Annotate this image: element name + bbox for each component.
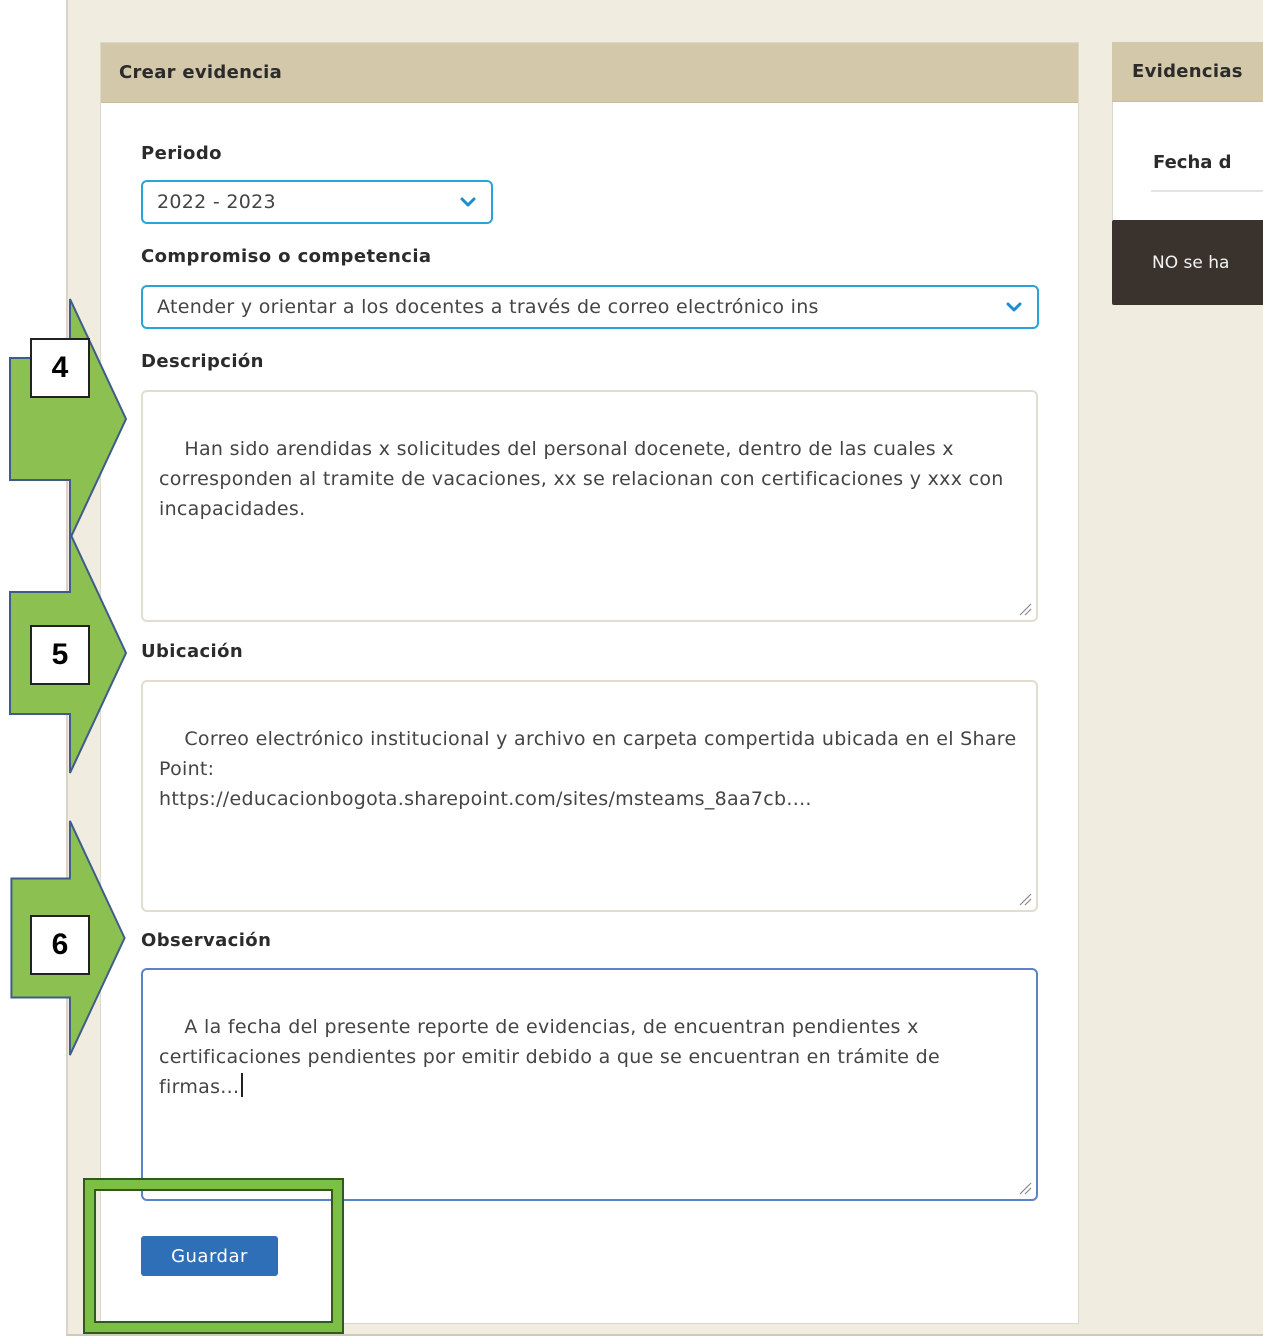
descripcion-textarea[interactable]: Han sido arendidas x solicitudes del per… [141,390,1038,622]
periodo-label: Periodo [141,143,222,164]
date-column-header[interactable]: Fecha d [1153,152,1232,173]
empty-list-message: NO se ha [1112,220,1263,305]
observacion-label: Observación [141,930,272,951]
resize-grip-icon[interactable] [1018,1181,1032,1195]
chevron-down-icon [1006,302,1022,312]
resize-grip-icon[interactable] [1018,892,1032,906]
list-table-header: Fecha d [1112,102,1263,220]
compromiso-value: Atender y orientar a los docentes a trav… [157,296,819,318]
chevron-down-icon [460,197,476,207]
observacion-text: A la fecha del presente reporte de evide… [159,1016,947,1098]
resize-grip-icon[interactable] [1018,602,1032,616]
ubicacion-label: Ubicación [141,641,244,662]
panel-title: Crear evidencia [101,43,1078,103]
descripcion-text: Han sido arendidas x solicitudes del per… [159,438,1010,520]
text-caret [241,1073,244,1097]
descripcion-label: Descripción [141,351,264,372]
list-panel-title: Evidencias [1112,42,1263,102]
step-number-badge: 5 [30,625,90,685]
create-evidence-panel: Crear evidencia Periodo 2022 - 2023 Comp… [100,42,1079,1324]
ubicacion-textarea[interactable]: Correo electrónico institucional y archi… [141,680,1038,912]
observacion-textarea[interactable]: A la fecha del presente reporte de evide… [141,968,1038,1201]
ubicacion-text: Correo electrónico institucional y archi… [159,728,1017,810]
header-divider [1151,190,1263,192]
step-number-badge: 4 [30,338,90,398]
evidence-list-panel: Evidencias Fecha d NO se ha [1112,42,1263,1322]
step-number-badge: 6 [30,915,90,975]
periodo-select[interactable]: 2022 - 2023 [141,180,493,224]
compromiso-label: Compromiso o competencia [141,246,432,267]
save-button-highlight [85,1180,342,1332]
compromiso-select[interactable]: Atender y orientar a los docentes a trav… [141,285,1039,329]
periodo-value: 2022 - 2023 [157,191,276,213]
